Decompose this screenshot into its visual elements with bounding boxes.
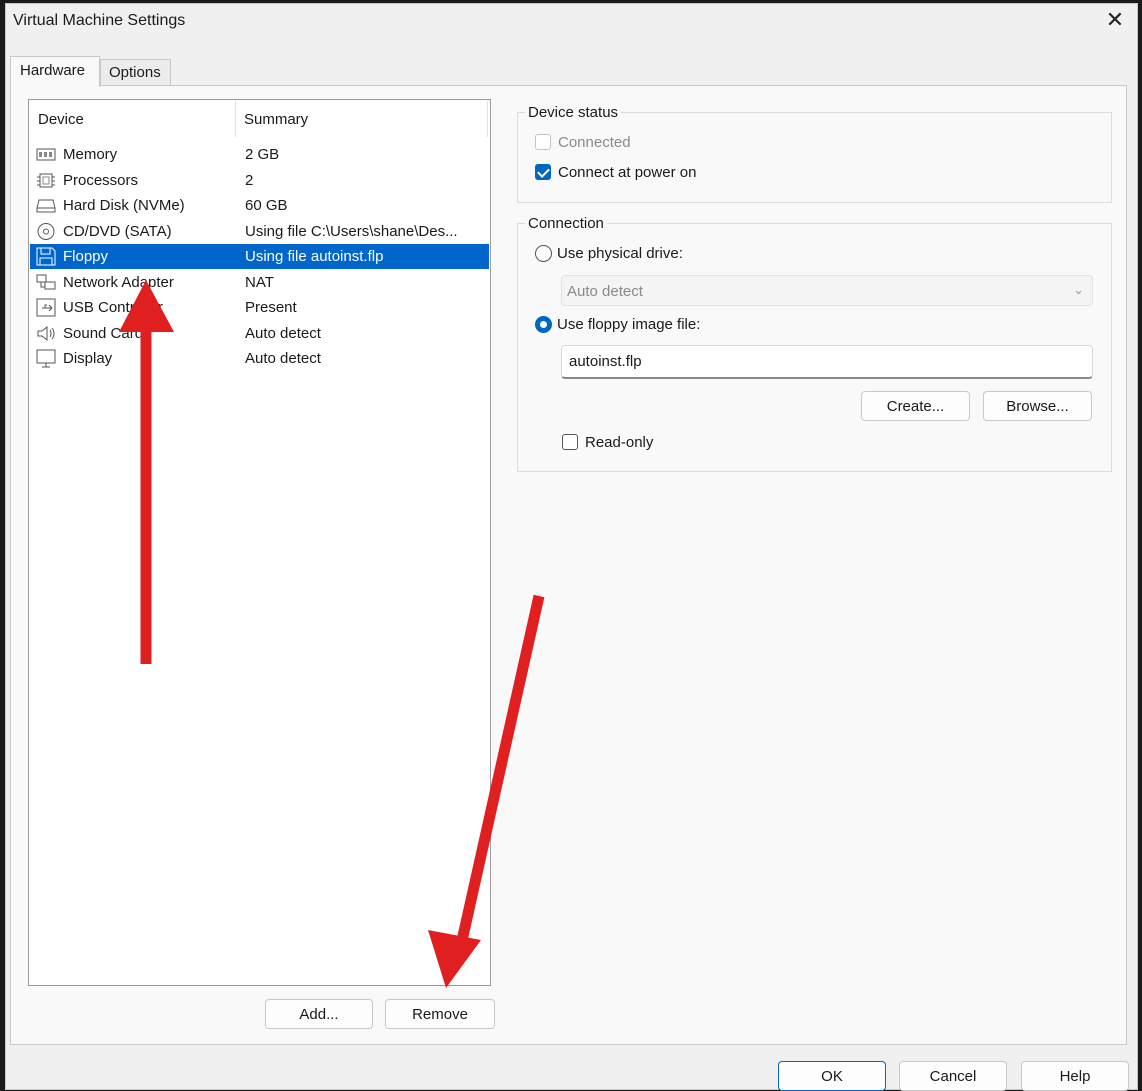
connect-at-power-on-checkbox[interactable] (535, 164, 551, 180)
column-divider[interactable] (235, 101, 236, 137)
device-status-group (517, 112, 1112, 203)
remove-button[interactable]: Remove (385, 999, 495, 1029)
device-row-hard-disk[interactable]: Hard Disk (NVMe) 60 GB (30, 193, 489, 218)
device-name: CD/DVD (SATA) (63, 223, 172, 240)
device-summary: Using file C:\Users\shane\Des... (245, 223, 458, 240)
device-name: Hard Disk (NVMe) (63, 197, 185, 214)
device-name: USB Controller (63, 299, 164, 316)
use-floppy-image-radio[interactable] (535, 316, 552, 333)
column-divider[interactable] (487, 101, 488, 137)
device-row-memory[interactable]: Memory 2 GB (30, 142, 489, 167)
column-header-device[interactable]: Device (38, 111, 84, 128)
use-floppy-image-label: Use floppy image file: (557, 316, 701, 333)
physical-drive-value: Auto detect (567, 283, 643, 300)
device-summary: 2 (245, 172, 254, 189)
processor-icon (37, 173, 55, 188)
device-name: Floppy (63, 248, 109, 265)
floppy-image-file-input[interactable]: autoinst.flp (561, 345, 1093, 379)
column-header-summary[interactable]: Summary (244, 111, 308, 128)
device-status-title: Device status (525, 104, 622, 121)
cancel-button[interactable]: Cancel (899, 1061, 1007, 1091)
close-icon[interactable]: ✕ (1100, 6, 1130, 34)
floppy-icon (36, 247, 56, 266)
device-summary: 2 GB (245, 146, 280, 163)
device-summary: Auto detect (245, 325, 321, 342)
window-title: Virtual Machine Settings (13, 12, 186, 29)
ok-button[interactable]: OK (778, 1061, 886, 1091)
device-name: Display (63, 350, 113, 367)
browse-button[interactable]: Browse... (983, 391, 1092, 421)
use-physical-drive-radio[interactable] (535, 245, 552, 262)
device-row-usb-controller[interactable]: USB Controller Present (30, 295, 489, 320)
tab-options[interactable]: Options (100, 59, 171, 85)
device-name: Sound Card (63, 325, 144, 342)
cd-dvd-icon (37, 223, 55, 240)
connected-checkbox[interactable] (535, 134, 551, 150)
device-row-network-adapter[interactable]: Network Adapter NAT (30, 270, 489, 295)
sound-card-icon (37, 325, 55, 342)
use-physical-drive-label: Use physical drive: (557, 245, 683, 262)
device-row-display[interactable]: Display Auto detect (30, 346, 489, 371)
create-button[interactable]: Create... (861, 391, 970, 421)
physical-drive-select[interactable]: Auto detect ⌄ (561, 275, 1093, 306)
usb-controller-icon (36, 298, 56, 317)
read-only-checkbox[interactable] (562, 434, 578, 450)
device-row-cd-dvd[interactable]: CD/DVD (SATA) Using file C:\Users\shane\… (30, 219, 489, 244)
device-name: Network Adapter (63, 274, 174, 291)
device-row-processors[interactable]: Processors 2 (30, 168, 489, 193)
device-summary: NAT (245, 274, 274, 291)
connect-at-power-on-label: Connect at power on (558, 164, 697, 181)
connected-label: Connected (558, 134, 631, 151)
tab-hardware[interactable]: Hardware (10, 56, 100, 87)
device-name: Processors (63, 172, 139, 189)
device-name: Memory (63, 146, 118, 163)
read-only-label: Read-only (585, 434, 654, 451)
help-button[interactable]: Help (1021, 1061, 1129, 1091)
display-icon (36, 349, 56, 368)
hard-disk-icon (36, 199, 56, 213)
chevron-down-icon: ⌄ (1073, 282, 1084, 297)
device-summary: 60 GB (245, 197, 288, 214)
device-row-sound-card[interactable]: Sound Card Auto detect (30, 321, 489, 346)
device-summary: Present (245, 299, 297, 316)
network-adapter-icon (36, 274, 56, 290)
device-summary: Using file autoinst.flp (245, 248, 384, 265)
device-summary: Auto detect (245, 350, 321, 367)
add-button[interactable]: Add... (265, 999, 373, 1029)
memory-icon (36, 148, 56, 161)
device-row-floppy[interactable]: Floppy Using file autoinst.flp (30, 244, 489, 269)
connection-title: Connection (525, 215, 607, 232)
